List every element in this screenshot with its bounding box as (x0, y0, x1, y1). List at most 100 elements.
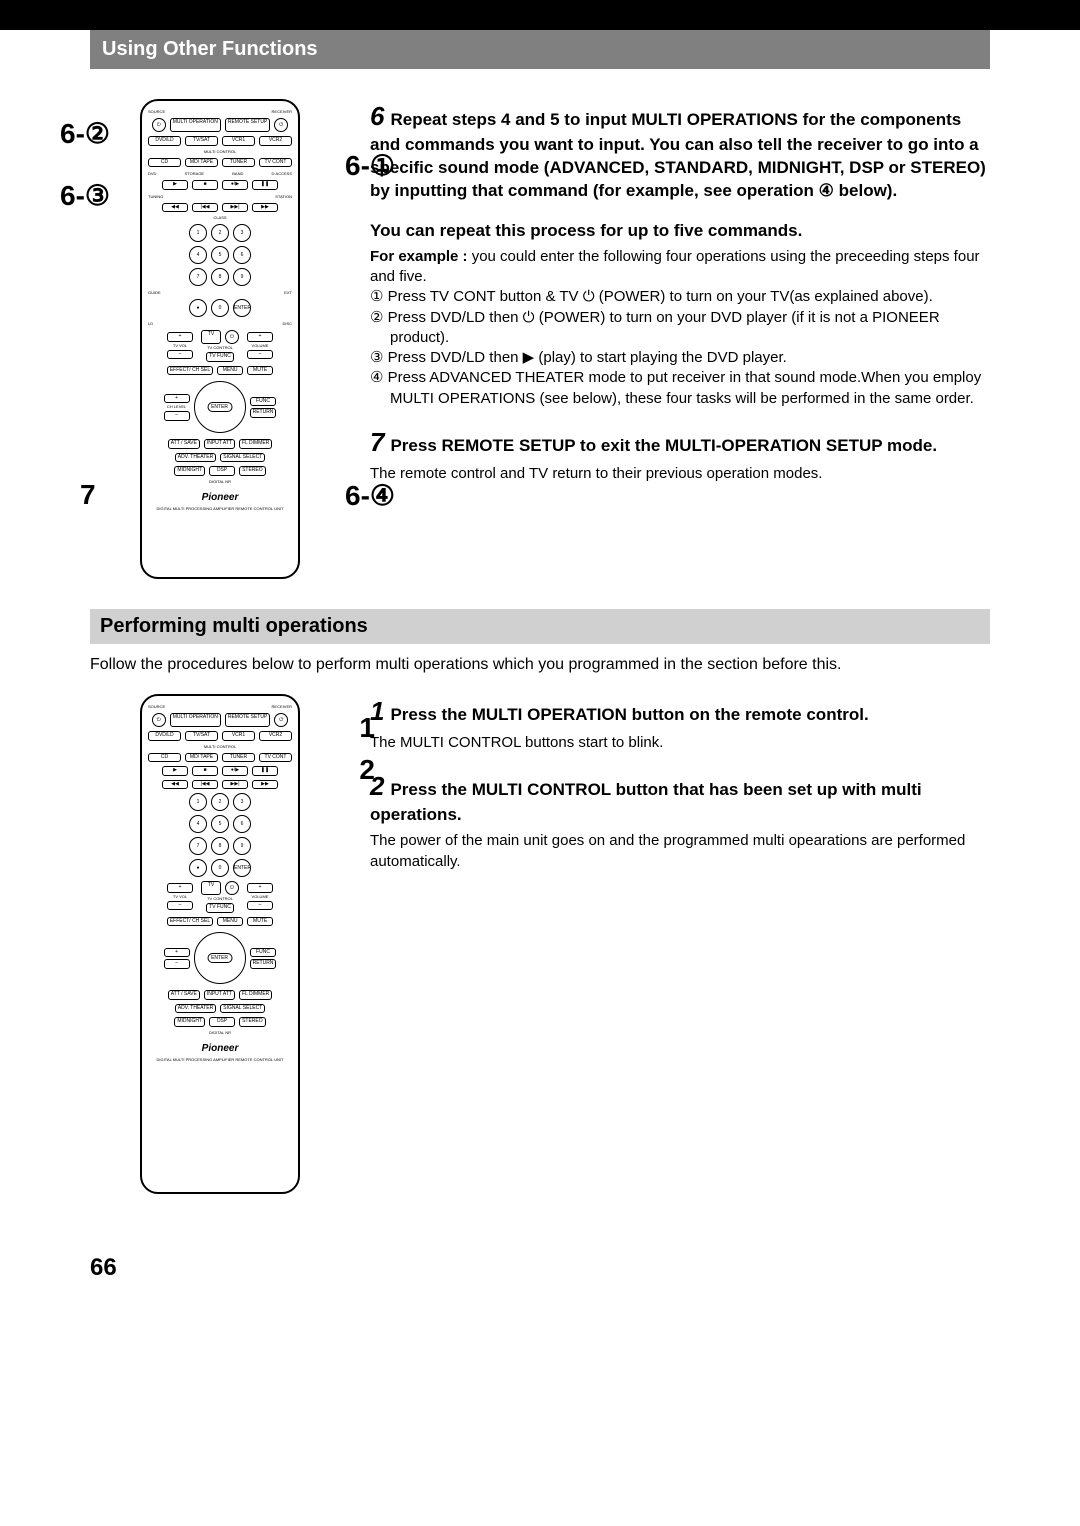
label-source-2: SOURCE (148, 704, 165, 709)
tvsat-button: TV/SAT (185, 136, 218, 146)
func-button-2: FUNC (250, 948, 277, 958)
step-6: 6Repeat steps 4 and 5 to input MULTI OPE… (370, 99, 990, 409)
num-1-2: 1 (189, 793, 207, 811)
label-daccess: D.ACCESS (272, 171, 292, 176)
attsave-button: ATT / SAVE (168, 439, 200, 449)
enter-button-2: ENTER (207, 953, 232, 963)
stop-button-2: ■ (192, 766, 218, 776)
step-6-heading: Repeat steps 4 and 5 to input MULTI OPER… (370, 110, 986, 200)
step-2-heading: Press the MULTI CONTROL button that has … (370, 780, 922, 824)
tvcont-button: TV CONT (259, 158, 292, 168)
mdtape-button-2: MD/ TAPE (185, 753, 218, 763)
label-ext: EXT (284, 290, 292, 295)
mute-button: MUTE (247, 366, 273, 376)
label-multi-control: MULTI CONTROL (204, 150, 236, 154)
input-att-button: INPUT ATT (204, 439, 235, 449)
tvvol-minus: – (167, 350, 193, 360)
label-chlevel: CH LEVEL (164, 405, 190, 409)
num-3: 3 (233, 224, 251, 242)
tvvol-plus-2: + (167, 883, 193, 893)
vcr1-button: VCR1 (222, 136, 255, 146)
text-column-2: 1Press the MULTI OPERATION button on the… (370, 694, 990, 1194)
step-2-body: The power of the main unit goes on and t… (370, 831, 990, 872)
tvsat-button-2: TV/SAT (185, 731, 218, 741)
num-6: 6 (233, 246, 251, 264)
label-tvcontrol-2: TV CONTROL (207, 897, 233, 901)
callout-6-2: 6-② (60, 117, 110, 150)
label-digital-nr: DIGITAL NR (209, 480, 231, 484)
mute-button-2: MUTE (247, 917, 273, 927)
num-2: 2 (211, 224, 229, 242)
tvvol-plus: + (167, 332, 193, 342)
step-1-heading: Press the MULTI OPERATION button on the … (390, 705, 868, 724)
tuner-button: TUNER (222, 158, 255, 168)
tv-button-2: TV (201, 881, 221, 895)
tv-button: TV (201, 330, 221, 344)
num-4-2: 4 (189, 815, 207, 833)
label-disc: DISC (282, 321, 292, 326)
cd-button-2: CD (148, 753, 181, 763)
num-5-2: 5 (211, 815, 229, 833)
pause-button: ❚❚ (252, 180, 278, 190)
step-6-example-intro: For example : For example : you could en… (370, 247, 990, 288)
pause-button-2: ❚❚ (252, 766, 278, 776)
label-class: CLASS (213, 216, 226, 220)
page-number: 66 (0, 1234, 1080, 1312)
fldimmer-button-2: FL DIMMER (239, 990, 272, 1000)
adv-theater-button-2: ADV. THEATER (175, 1004, 216, 1014)
num-1: 1 (189, 224, 207, 242)
page-content: Using Other Functions 6-② 6-③ 6-① 7 6-④ … (0, 30, 1080, 1234)
midnight-button-2: MIDNIGHT (174, 1017, 205, 1027)
step-2: 2Press the MULTI CONTROL button that has… (370, 769, 990, 872)
effect-button-2: EFFECT/ CH SEL (167, 917, 213, 927)
label-digital-nr-2: DIGITAL NR (209, 1031, 231, 1035)
rec-button: ●/▶ (222, 180, 248, 190)
remote-diagram: SOURCERECEIVER ⏻ MULTI OPERATION REMOTE … (140, 99, 300, 579)
signal-select-button-2: SIGNAL SELECT (220, 1004, 265, 1014)
brand-logo: Pioneer (202, 492, 239, 503)
section-1: 6-② 6-③ 6-① 7 6-④ SOURCERECEIVER ⏻ MULTI… (90, 99, 990, 579)
play-button: ▶ (162, 180, 188, 190)
return-button-2: RETURN (250, 959, 277, 969)
step-7-number: 7 (370, 427, 384, 457)
num-4: 4 (189, 246, 207, 264)
model-label-2: DIGITAL MULTI PROCESSING AMPLIFIER REMOT… (157, 1058, 284, 1062)
tvfunc-button-2: TV FUNC (206, 903, 234, 913)
next-button-2: ▶▶| (222, 780, 248, 790)
multi-op-button-2: MULTI OPERATION (170, 713, 221, 727)
tvcont-button-2: TV CONT (259, 753, 292, 763)
section-2-lead: Follow the procedures below to perform m… (90, 656, 990, 674)
num-7-2: 7 (189, 837, 207, 855)
brand-logo-2: Pioneer (202, 1043, 239, 1054)
power-receiver-icon-2: ⏻ (274, 713, 288, 727)
signal-select-button: SIGNAL SELECT (220, 453, 265, 463)
dvdld-button: DVD/LD (148, 136, 181, 146)
example-2: ② Press DVD/LD then ⏻ (POWER) to turn on… (370, 308, 990, 349)
enter-button: ENTER (207, 402, 232, 412)
rec-button-2: ●/▶ (222, 766, 248, 776)
return-button: RETURN (250, 408, 277, 418)
callout-6-1: 6-① (345, 149, 395, 182)
vol-minus: – (247, 350, 273, 360)
prev-button: |◀◀ (192, 203, 218, 213)
example-4: ④ Press ADVANCED THEATER mode to put rec… (370, 368, 990, 409)
vcr2-button: VCR2 (259, 136, 292, 146)
step-1: 1Press the MULTI OPERATION button on the… (370, 694, 990, 753)
label-tvcontrol: TV CONTROL (207, 346, 233, 350)
enter-num-button-2: ENTER (233, 859, 251, 877)
label-ld: LD (148, 321, 153, 326)
remote-column-1: 6-② 6-③ 6-① 7 6-④ SOURCERECEIVER ⏻ MULTI… (90, 99, 350, 579)
enter-num-button: ENTER (233, 299, 251, 317)
top-black-bar (0, 0, 1080, 30)
dsp-button: DSP (209, 466, 235, 476)
callout-7: 7 (80, 479, 96, 511)
vol-minus-2: – (247, 901, 273, 911)
label-tvvol-2: TV VOL (167, 895, 193, 899)
label-station: STATION (275, 194, 292, 199)
callout-1: 1 (359, 712, 375, 744)
stop-button: ■ (192, 180, 218, 190)
fldimmer-button: FL DIMMER (239, 439, 272, 449)
step-7: 7Press REMOTE SETUP to exit the MULTI-OP… (370, 425, 990, 484)
tv-power-icon-2: ⏻ (225, 881, 239, 895)
text-column-1: 6Repeat steps 4 and 5 to input MULTI OPE… (370, 99, 990, 579)
